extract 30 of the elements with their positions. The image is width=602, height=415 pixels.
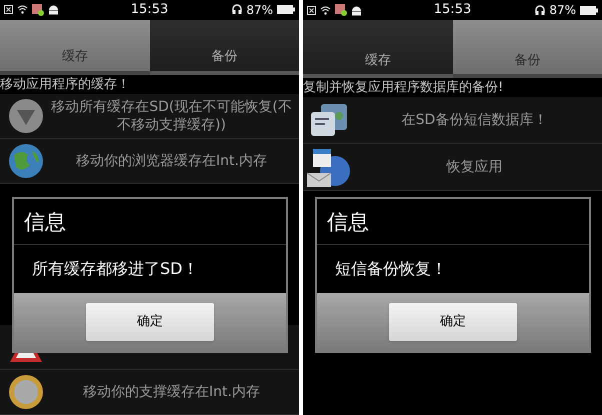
ok-button[interactable]: 确定 [86, 303, 214, 341]
clock-time: 15:53 [432, 1, 472, 20]
dialog-title: 信息 [14, 199, 286, 245]
notification-icon [4, 5, 13, 14]
battery-icon [580, 6, 598, 14]
battery-percent: 87% [246, 2, 273, 19]
section-subtitle: 复制并恢复应用程序数据库的备份! [303, 79, 504, 97]
battery-icon [277, 5, 295, 14]
coin-icon [8, 374, 44, 410]
robot-icon [351, 4, 362, 16]
headphone-icon [232, 4, 242, 16]
app-notification-icon [32, 4, 44, 16]
app-notification-icon [335, 4, 347, 16]
robot-icon [48, 4, 59, 16]
ok-button[interactable]: 确定 [389, 303, 517, 341]
wifi-icon [17, 5, 28, 14]
section-subtitle: 移动应用程序的缓存！ [0, 76, 131, 94]
battery-percent: 87% [549, 2, 576, 19]
dialog-message: 短信备份恢复！ [334, 258, 448, 280]
dialog-title: 信息 [317, 199, 589, 245]
wifi-icon [320, 6, 331, 14]
headphone-icon [535, 4, 546, 16]
tab[interactable]: 缓存 [303, 20, 452, 78]
clock-time: 15:53 [130, 1, 170, 19]
globe-icon [8, 142, 44, 179]
dialog-message: 所有缓存都移进了SD！ [31, 258, 200, 280]
tab[interactable]: 备份 [150, 20, 299, 75]
message-card-icon [309, 102, 349, 138]
calendar-globe-icon [307, 147, 351, 187]
notification-icon [307, 6, 316, 14]
